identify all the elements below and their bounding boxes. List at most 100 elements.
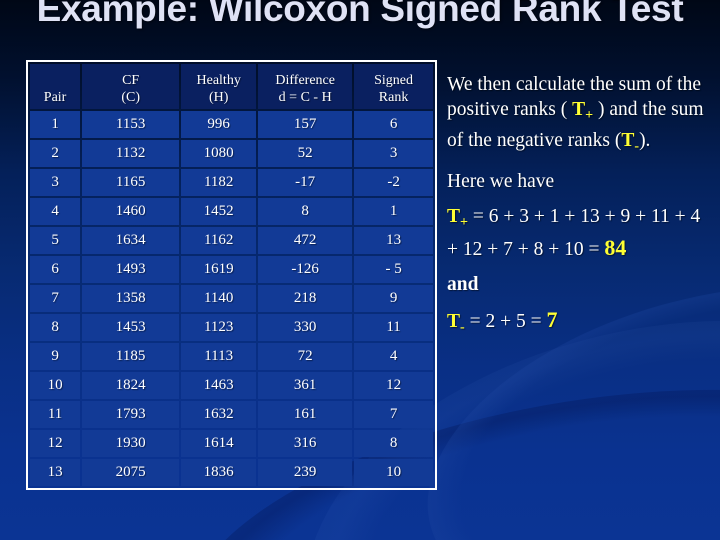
explanation-intro: We then calculate the sum of the positiv… [447, 72, 713, 159]
t-minus-eq-symbol: T [447, 310, 461, 332]
cell-pair: 6 [30, 256, 81, 283]
cell-cf: 1132 [82, 140, 180, 167]
cell-difference: 72 [258, 343, 353, 370]
cell-pair: 11 [30, 401, 81, 428]
t-plus-equation: T+ = 6 + 3 + 1 + 13 + 9 + 11 + 4 + 12 + … [447, 204, 713, 262]
t-plus-eq-expression: = 6 + 3 + 1 + 13 + 9 + 11 + 4 + 12 + 7 +… [447, 205, 701, 260]
cell-healthy: 1452 [181, 198, 257, 225]
column-header-healthy-line1: Healthy [196, 73, 241, 88]
t-minus-eq-value: 7 [546, 306, 558, 332]
cell-pair: 13 [30, 459, 81, 486]
table-row: 8 1453 1123 330 11 [30, 314, 433, 341]
cell-healthy: 1140 [181, 285, 257, 312]
cell-difference: 316 [258, 430, 353, 457]
cell-signed-rank: -2 [354, 169, 433, 196]
cell-difference: -17 [258, 169, 353, 196]
intro-text-3: ). [639, 129, 651, 151]
cell-cf: 1930 [82, 430, 180, 457]
cell-difference: 239 [258, 459, 353, 486]
cell-difference: 161 [258, 401, 353, 428]
cell-signed-rank: - 5 [354, 256, 433, 283]
cell-healthy: 1614 [181, 430, 257, 457]
signed-rank-table: Pair CF (C) Healthy (H) Difference d = C… [26, 60, 437, 490]
cell-pair: 1 [30, 111, 81, 138]
table-row: 11 1793 1632 161 7 [30, 401, 433, 428]
table-row: 5 1634 1162 472 13 [30, 227, 433, 254]
table-row: 6 1493 1619 -126- 5 [30, 256, 433, 283]
column-header-difference-line1: Difference [275, 73, 335, 88]
cell-difference: 8 [258, 198, 353, 225]
table-row: 12 1930 1614 316 8 [30, 430, 433, 457]
cell-cf: 1824 [82, 372, 180, 399]
cell-difference: 157 [258, 111, 353, 138]
t-plus-symbol: T [572, 99, 586, 120]
cell-cf: 1460 [82, 198, 180, 225]
cell-difference: 218 [258, 285, 353, 312]
column-header-signed-rank-line2: Rank [378, 90, 409, 105]
table-header-row: Pair CF (C) Healthy (H) Difference d = C… [30, 64, 433, 109]
cell-difference: 330 [258, 314, 353, 341]
cell-pair: 12 [30, 430, 81, 457]
cell-signed-rank: 4 [354, 343, 433, 370]
t-plus-subscript: + [585, 106, 594, 123]
cell-healthy: 1123 [181, 314, 257, 341]
t-plus-eq-symbol: T [447, 205, 461, 227]
cell-difference: 361 [258, 372, 353, 399]
cell-signed-rank: 13 [354, 227, 433, 254]
cell-signed-rank: 8 [354, 430, 433, 457]
column-header-pair-line2: Pair [43, 90, 67, 105]
cell-pair: 8 [30, 314, 81, 341]
cell-cf: 1165 [82, 169, 180, 196]
column-header-cf-line1: CF [122, 73, 140, 88]
t-plus-eq-subscript: + [460, 213, 469, 230]
table-row: 9 1185 1113 72 4 [30, 343, 433, 370]
column-header-cf: CF (C) [82, 64, 180, 109]
table-header: Pair CF (C) Healthy (H) Difference d = C… [30, 64, 433, 109]
table-row: 3 1165 1182 -17 -2 [30, 169, 433, 196]
cell-healthy: 1182 [181, 169, 257, 196]
column-header-cf-line2: (C) [121, 90, 140, 105]
cell-cf: 1793 [82, 401, 180, 428]
column-header-difference: Difference d = C - H [258, 64, 353, 109]
cell-cf: 1358 [82, 285, 180, 312]
cell-pair: 5 [30, 227, 81, 254]
cell-signed-rank: 3 [354, 140, 433, 167]
cell-cf: 1153 [82, 111, 180, 138]
cell-signed-rank: 7 [354, 401, 433, 428]
cell-cf: 1634 [82, 227, 180, 254]
cell-healthy: 1836 [181, 459, 257, 486]
cell-pair: 7 [30, 285, 81, 312]
t-minus-symbol: T [621, 129, 635, 151]
cell-difference: 52 [258, 140, 353, 167]
column-header-healthy: Healthy (H) [181, 64, 257, 109]
cell-signed-rank: 11 [354, 314, 433, 341]
cell-healthy: 1162 [181, 227, 257, 254]
table-row: 1 1153 996 157 6 [30, 111, 433, 138]
t-minus-eq-expression: = 2 + 5 = [464, 310, 547, 332]
table-row: 7 1358 1140 218 9 [30, 285, 433, 312]
cell-pair: 9 [30, 343, 81, 370]
cell-healthy: 1080 [181, 140, 257, 167]
table-row: 4 1460 1452 8 1 [30, 198, 433, 225]
cell-signed-rank: 9 [354, 285, 433, 312]
table-row: 10 1824 1463 361 12 [30, 372, 433, 399]
slide-title: Example: Wilcoxon Signed Rank Test [36, 0, 684, 29]
column-header-healthy-line2: (H) [208, 90, 229, 105]
table-body: 1 1153 996 157 6 2 1132 1080 52 3 3 1165 1182 -17 -2 4 1… [30, 111, 433, 486]
cell-difference: -126 [258, 256, 353, 283]
explanation-panel: We then calculate the sum of the positiv… [447, 72, 713, 350]
cell-healthy: 1632 [181, 401, 257, 428]
cell-healthy: 1463 [181, 372, 257, 399]
column-header-signed-rank: Signed Rank [354, 64, 433, 109]
cell-cf: 1453 [82, 314, 180, 341]
column-header-signed-rank-line1: Signed [374, 73, 414, 88]
table-row: 2 1132 1080 52 3 [30, 140, 433, 167]
and-label: and [447, 273, 479, 295]
cell-pair: 2 [30, 140, 81, 167]
cell-healthy: 1619 [181, 256, 257, 283]
here-we-have-label: Here we have [447, 170, 555, 192]
cell-cf: 2075 [82, 459, 180, 486]
cell-difference: 472 [258, 227, 353, 254]
t-plus-eq-value: 84 [604, 234, 627, 260]
table-row: 13 2075 1836 239 10 [30, 459, 433, 486]
